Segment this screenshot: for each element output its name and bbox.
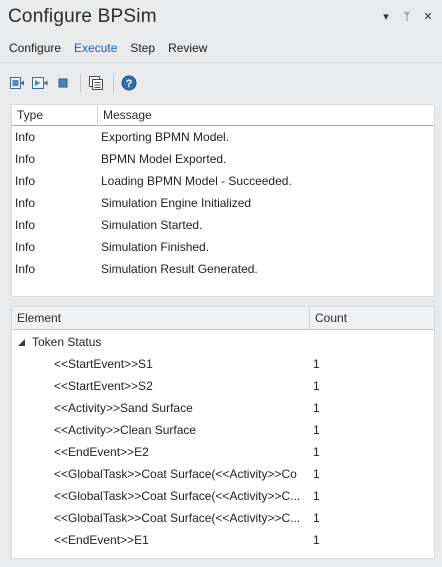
element-name: <<EndEvent>>E2 (54, 445, 149, 459)
message-row[interactable]: Info Exporting BPMN Model. (12, 126, 434, 148)
element-name: <<EndEvent>>E1 (54, 533, 149, 547)
message-text: Exporting BPMN Model. (101, 130, 230, 144)
message-row[interactable]: Info Simulation Finished. (12, 236, 434, 258)
title-bar: Configure BPSim ▾ ᛘ ✕ (0, 0, 442, 36)
expand-arrow-icon[interactable] (18, 338, 25, 346)
run-step-icon[interactable] (31, 74, 49, 92)
message-row[interactable]: Info Simulation Started. (12, 214, 434, 236)
message-row[interactable]: Info Loading BPMN Model - Succeeded. (12, 170, 434, 192)
element-name: <<GlobalTask>>Coat Surface(<<Activity>>C… (54, 489, 301, 503)
toolbar-separator (113, 73, 114, 92)
dropdown-icon[interactable]: ▾ (380, 10, 392, 24)
element-row[interactable]: <<GlobalTask>>Coat Surface(<<Activity>>C… (12, 507, 434, 529)
toolbar-separator (80, 73, 81, 92)
message-list[interactable]: Type Message Info Exporting BPMN Model. In… (11, 104, 435, 297)
tree-group-token-status[interactable]: Token Status (12, 331, 434, 353)
element-list-header: Element Count (12, 307, 434, 330)
element-row[interactable]: <<Activity>>Sand Surface 1 (12, 397, 434, 419)
column-message-header[interactable]: Message (97, 104, 152, 126)
close-icon[interactable]: ✕ (422, 10, 434, 24)
message-row[interactable]: Info BPMN Model Exported. (12, 148, 434, 170)
message-text: Simulation Finished. (101, 240, 210, 254)
element-name: <<StartEvent>>S2 (54, 379, 153, 393)
toolbar: ? (0, 62, 442, 102)
element-row[interactable]: <<Activity>>Clean Surface 1 (12, 419, 434, 441)
message-row[interactable]: Info Simulation Engine Initialized (12, 192, 434, 214)
pin-icon[interactable]: ᛘ (401, 10, 413, 24)
tab-bar: Configure Execute Step Review (0, 36, 442, 60)
window-controls: ▾ ᛘ ✕ (380, 10, 434, 24)
message-text: Simulation Started. (101, 218, 203, 232)
message-type: Info (15, 130, 36, 144)
help-icon[interactable]: ? (120, 74, 138, 92)
tree-group-label: Token Status (32, 335, 102, 349)
message-text: Loading BPMN Model - Succeeded. (101, 174, 292, 188)
message-row[interactable]: Info Simulation Result Generated. (12, 258, 434, 280)
tab-step[interactable]: Step (130, 38, 155, 58)
stop-icon[interactable] (54, 74, 72, 92)
message-text: Simulation Result Generated. (101, 262, 258, 276)
message-type: Info (15, 262, 36, 276)
message-type: Info (15, 196, 36, 210)
element-count: 1 (313, 445, 320, 459)
tab-review[interactable]: Review (168, 38, 207, 58)
message-type: Info (15, 174, 36, 188)
element-list[interactable]: Element Count Token Status <<StartEvent>… (11, 306, 435, 559)
element-count: 1 (313, 379, 320, 393)
tree-group-row: Token Status (12, 335, 101, 349)
column-type-header[interactable]: Type (12, 105, 97, 126)
element-count: 1 (313, 401, 320, 415)
element-row[interactable]: <<GlobalTask>>Coat Surface(<<Activity>>C… (12, 485, 434, 507)
message-list-header: Type Message (12, 104, 434, 126)
element-count: 1 (313, 423, 320, 437)
tab-execute[interactable]: Execute (74, 38, 117, 58)
element-count: 1 (313, 467, 320, 481)
column-element-header[interactable]: Element (12, 308, 309, 329)
run-simulation-icon[interactable] (8, 74, 26, 92)
element-name: <<GlobalTask>>Coat Surface(<<Activity>>C… (54, 511, 301, 525)
element-count: 1 (313, 357, 320, 371)
element-row[interactable]: <<StartEvent>>S1 1 (12, 353, 434, 375)
window-title: Configure BPSim (8, 6, 157, 27)
message-type: Info (15, 240, 36, 254)
column-count-header[interactable]: Count (309, 307, 347, 329)
element-row[interactable]: <<EndEvent>>E2 1 (12, 441, 434, 463)
message-type: Info (15, 152, 36, 166)
message-rows: Info Exporting BPMN Model. Info BPMN Model … (12, 126, 434, 280)
message-text: Simulation Engine Initialized (101, 196, 252, 210)
element-row[interactable]: <<GlobalTask>>Coat Surface(<<Activity>>C… (12, 463, 434, 485)
element-name: <<Activity>>Sand Surface (54, 401, 193, 415)
element-rows: <<StartEvent>>S1 1 <<StartEvent>>S2 1 <<Acti… (12, 353, 434, 551)
element-row[interactable]: <<EndEvent>>E1 1 (12, 529, 434, 551)
tab-configure[interactable]: Configure (9, 38, 61, 58)
message-type: Info (15, 218, 36, 232)
element-count: 1 (313, 511, 320, 525)
element-count: 1 (313, 533, 320, 547)
element-count: 1 (313, 489, 320, 503)
element-name: <<Activity>>Clean Surface (54, 423, 197, 437)
message-text: BPMN Model Exported. (101, 152, 227, 166)
element-row[interactable]: <<StartEvent>>S2 1 (12, 375, 434, 397)
results-icon[interactable] (87, 74, 105, 92)
svg-text:?: ? (126, 78, 133, 90)
element-name: <<StartEvent>>S1 (54, 357, 153, 371)
element-name: <<GlobalTask>>Coat Surface(<<Activity>>C… (54, 467, 297, 481)
